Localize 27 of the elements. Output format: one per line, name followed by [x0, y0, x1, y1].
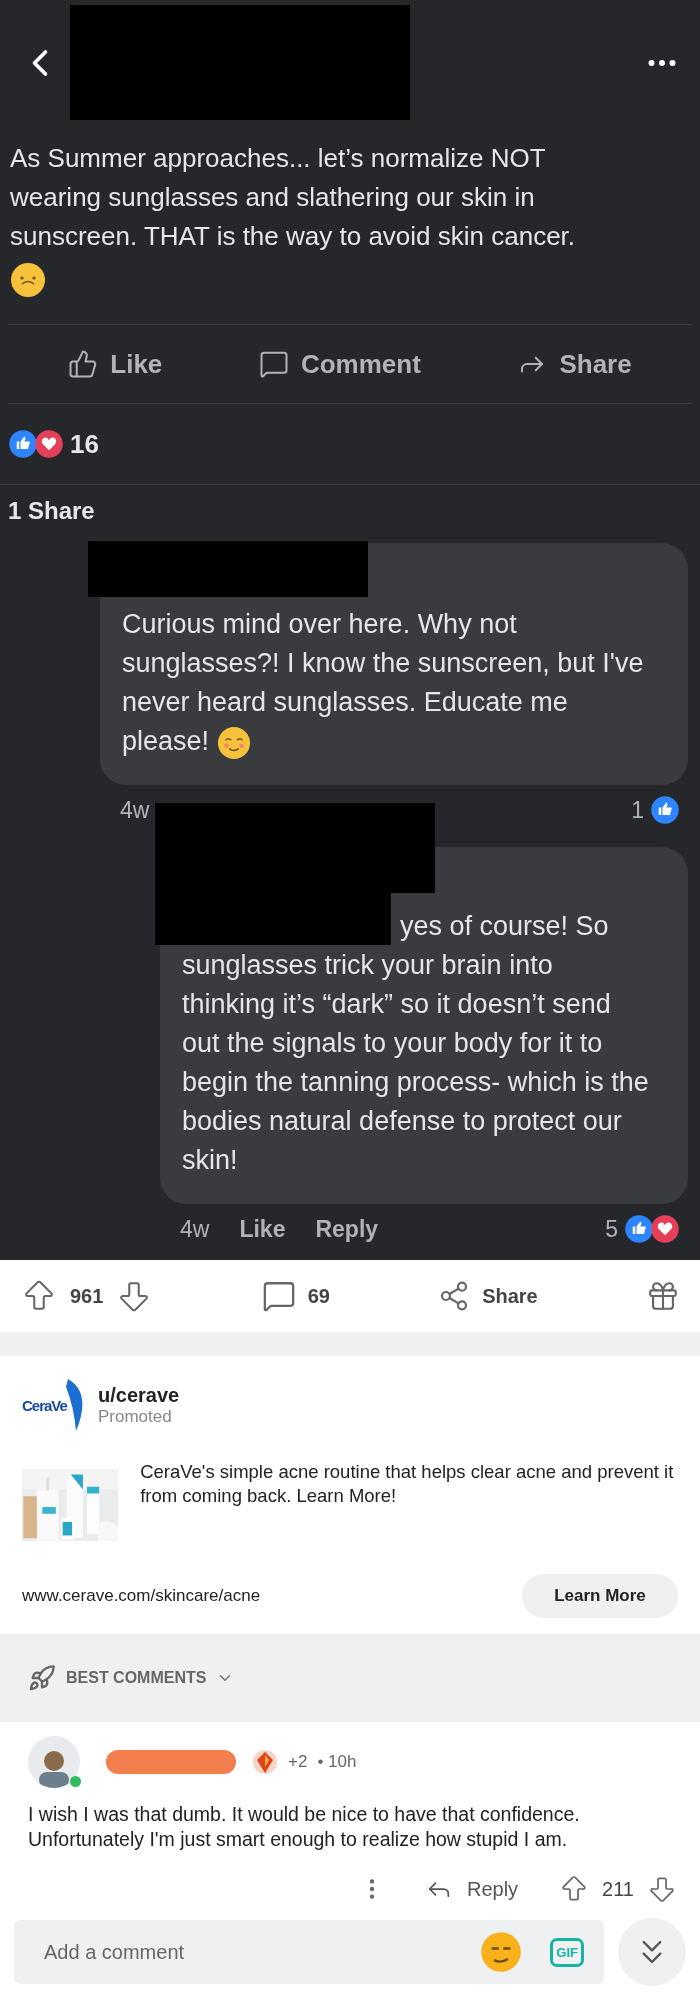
ad-url[interactable]: www.cerave.com/skincare/acne	[22, 1586, 261, 1606]
comment-action-link[interactable]: Reply	[315, 1215, 379, 1243]
sort-dropdown[interactable]: BEST COMMENTS	[66, 1669, 207, 1687]
comment-time: 4w	[120, 796, 150, 824]
share-count: 1 Share	[8, 497, 95, 524]
reaction-count: 1	[631, 796, 644, 824]
comment-button[interactable]: Comment	[258, 348, 421, 380]
comment-text: I wish I was that dumb. It would be nice to have that confidence. Unfortunately I'm just smart enough to realize how stupid I am.	[28, 1802, 581, 1852]
comment-time: • 10h	[317, 1752, 357, 1772]
ad-description: CeraVe's simple acne routine that helps clear acne and prevent it from coming back. Learn More!	[140, 1460, 675, 1508]
comment-time: 4w	[180, 1215, 210, 1243]
comment-action-link[interactable]: Like	[239, 1215, 286, 1243]
reaction-count: 5	[605, 1215, 618, 1243]
award-count: +2	[288, 1752, 308, 1772]
share-label[interactable]: Share	[482, 1284, 538, 1308]
share-button[interactable]: Share	[517, 348, 632, 380]
like-button[interactable]: Like	[68, 348, 163, 380]
learn-more-button[interactable]: Learn More	[522, 1574, 678, 1618]
post-text: As Summer approaches... let’s normalize NOT wearing sunglasses and slathering our skin in sunscreen. THAT is the way to avoid skin cancer.	[9, 142, 577, 253]
promoted-label: Promoted	[98, 1406, 172, 1426]
logo-text: CeraVe	[22, 1396, 67, 1414]
advertiser-name[interactable]: u/cerave	[98, 1383, 180, 1407]
reply-button[interactable]: Reply	[418, 1874, 525, 1904]
vote-count: 961	[70, 1284, 104, 1308]
reaction-count: 16	[70, 428, 99, 460]
comment-count: 69	[307, 1284, 330, 1308]
vote-count: 211	[602, 1877, 634, 1901]
